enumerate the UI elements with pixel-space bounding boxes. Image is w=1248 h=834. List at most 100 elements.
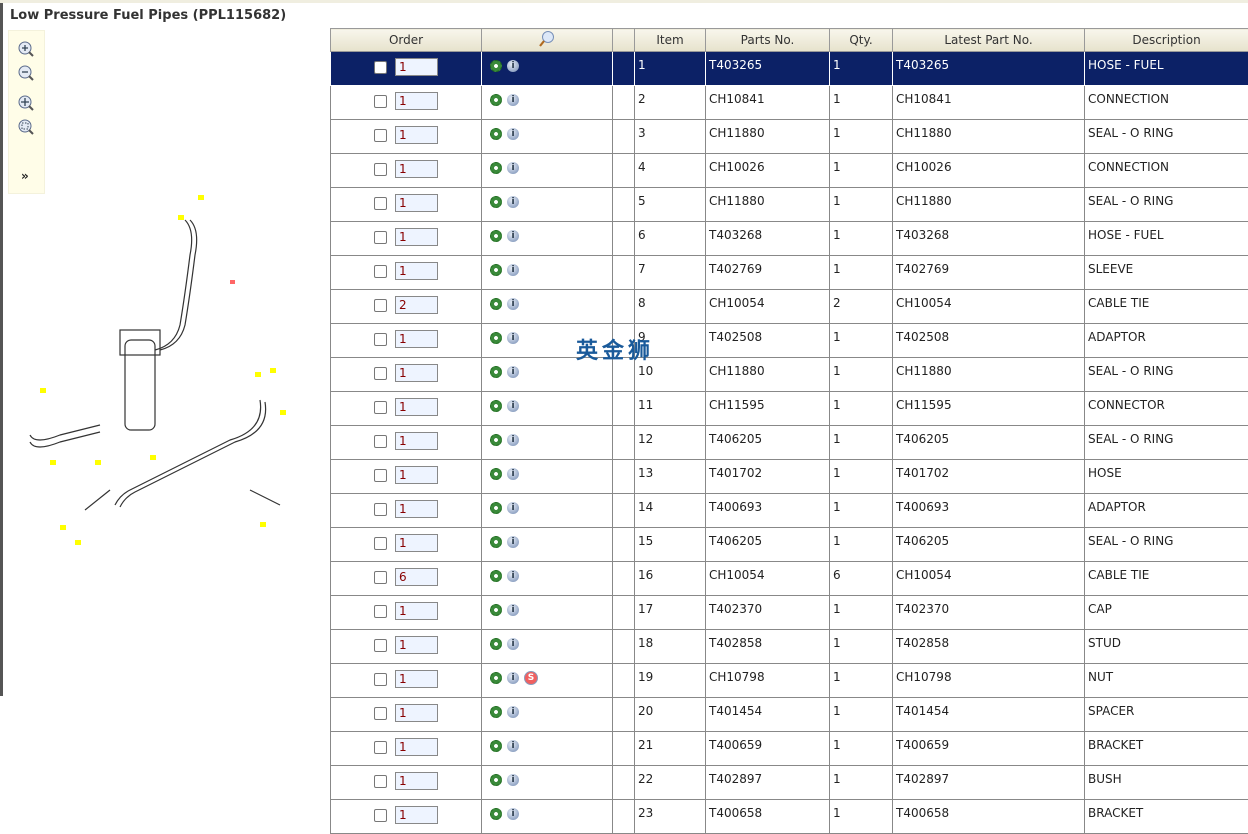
info-icon[interactable]: i — [507, 162, 519, 174]
select-checkbox[interactable] — [374, 639, 387, 652]
table-row[interactable]: 1 i 12 T406205 1 T406205 SEAL - O RING — [331, 426, 1248, 460]
table-row[interactable]: 1 i 22 T402897 1 T402897 BUSH — [331, 766, 1248, 800]
info-icon[interactable]: i — [507, 264, 519, 276]
fit-window-icon[interactable] — [18, 119, 34, 135]
info-icon[interactable]: i — [507, 366, 519, 378]
table-row[interactable]: 1 i 1 T403265 1 T403265 HOSE - FUEL — [331, 52, 1248, 86]
gear-icon[interactable] — [490, 604, 502, 616]
order-qty-input[interactable]: 1 — [395, 58, 438, 76]
gear-icon[interactable] — [490, 128, 502, 140]
order-qty-input[interactable]: 1 — [395, 92, 438, 110]
info-icon[interactable]: i — [507, 502, 519, 514]
order-qty-input[interactable]: 1 — [395, 602, 438, 620]
zoom-out-icon[interactable] — [18, 65, 34, 81]
order-qty-input[interactable]: 1 — [395, 500, 438, 518]
table-row[interactable]: 1 i 17 T402370 1 T402370 CAP — [331, 596, 1248, 630]
info-icon[interactable]: i — [507, 570, 519, 582]
description-header[interactable]: Description — [1085, 29, 1248, 52]
gear-icon[interactable] — [490, 740, 502, 752]
gear-icon[interactable] — [490, 264, 502, 276]
select-checkbox[interactable] — [374, 537, 387, 550]
select-checkbox[interactable] — [374, 61, 387, 74]
select-checkbox[interactable] — [374, 163, 387, 176]
qty-header[interactable]: Qty. — [830, 29, 893, 52]
gear-icon[interactable] — [490, 706, 502, 718]
info-icon[interactable]: i — [507, 638, 519, 650]
select-checkbox[interactable] — [374, 435, 387, 448]
gear-icon[interactable] — [490, 298, 502, 310]
table-row[interactable]: 1 i 6 T403268 1 T403268 HOSE - FUEL — [331, 222, 1248, 256]
expand-toolbar-button[interactable]: » — [21, 169, 29, 183]
select-checkbox[interactable] — [374, 673, 387, 686]
item-header[interactable]: Item — [635, 29, 706, 52]
select-checkbox[interactable] — [374, 95, 387, 108]
info-icon[interactable]: i — [507, 740, 519, 752]
table-row[interactable]: 1 iS 19 CH10798 1 CH10798 NUT — [331, 664, 1248, 698]
order-header[interactable]: Order — [331, 29, 482, 52]
select-checkbox[interactable] — [374, 129, 387, 142]
parts-diagram[interactable] — [20, 190, 320, 560]
gear-icon[interactable] — [490, 536, 502, 548]
table-row[interactable]: 1 i 14 T400693 1 T400693 ADAPTOR — [331, 494, 1248, 528]
select-checkbox[interactable] — [374, 571, 387, 584]
order-qty-input[interactable]: 6 — [395, 568, 438, 586]
order-qty-input[interactable]: 1 — [395, 704, 438, 722]
info-icon[interactable]: i — [507, 94, 519, 106]
info-icon[interactable]: i — [507, 400, 519, 412]
gear-icon[interactable] — [490, 94, 502, 106]
table-row[interactable]: 1 i 15 T406205 1 T406205 SEAL - O RING — [331, 528, 1248, 562]
gear-icon[interactable] — [490, 468, 502, 480]
zoom-in-icon[interactable] — [18, 41, 34, 57]
select-checkbox[interactable] — [374, 197, 387, 210]
order-qty-input[interactable]: 1 — [395, 160, 438, 178]
info-icon[interactable]: i — [507, 706, 519, 718]
order-qty-input[interactable]: 1 — [395, 330, 438, 348]
select-checkbox[interactable] — [374, 265, 387, 278]
gear-icon[interactable] — [490, 434, 502, 446]
order-qty-input[interactable]: 1 — [395, 432, 438, 450]
info-icon[interactable]: i — [507, 196, 519, 208]
table-row[interactable]: 2 i 8 CH10054 2 CH10054 CABLE TIE — [331, 290, 1248, 324]
info-icon[interactable]: i — [507, 128, 519, 140]
info-icon[interactable]: i — [507, 332, 519, 344]
info-icon[interactable]: i — [507, 604, 519, 616]
gear-icon[interactable] — [490, 230, 502, 242]
latest-part-header[interactable]: Latest Part No. — [893, 29, 1085, 52]
info-icon[interactable]: i — [507, 468, 519, 480]
info-icon[interactable]: i — [507, 536, 519, 548]
info-icon[interactable]: i — [507, 298, 519, 310]
order-qty-input[interactable]: 1 — [395, 806, 438, 824]
info-icon[interactable]: i — [507, 60, 519, 72]
select-checkbox[interactable] — [374, 401, 387, 414]
search-header[interactable] — [482, 29, 613, 52]
gear-icon[interactable] — [490, 332, 502, 344]
table-row[interactable]: 1 i 5 CH11880 1 CH11880 SEAL - O RING — [331, 188, 1248, 222]
info-icon[interactable]: i — [507, 672, 519, 684]
select-checkbox[interactable] — [374, 809, 387, 822]
table-row[interactable]: 1 i 7 T402769 1 T402769 SLEEVE — [331, 256, 1248, 290]
gear-icon[interactable] — [490, 162, 502, 174]
order-qty-input[interactable]: 1 — [395, 126, 438, 144]
order-qty-input[interactable]: 1 — [395, 364, 438, 382]
select-checkbox[interactable] — [374, 299, 387, 312]
select-checkbox[interactable] — [374, 605, 387, 618]
table-row[interactable]: 1 i 2 CH10841 1 CH10841 CONNECTION — [331, 86, 1248, 120]
order-qty-input[interactable]: 1 — [395, 534, 438, 552]
table-row[interactable]: 1 i 13 T401702 1 T401702 HOSE — [331, 460, 1248, 494]
gear-icon[interactable] — [490, 638, 502, 650]
gear-icon[interactable] — [490, 672, 502, 684]
info-icon[interactable]: i — [507, 808, 519, 820]
table-row[interactable]: 1 i 23 T400658 1 T400658 BRACKET — [331, 800, 1248, 834]
gear-icon[interactable] — [490, 808, 502, 820]
order-qty-input[interactable]: 1 — [395, 194, 438, 212]
order-qty-input[interactable]: 1 — [395, 738, 438, 756]
info-icon[interactable]: i — [507, 774, 519, 786]
info-icon[interactable]: i — [507, 230, 519, 242]
table-row[interactable]: 1 i 18 T402858 1 T402858 STUD — [331, 630, 1248, 664]
select-checkbox[interactable] — [374, 367, 387, 380]
gear-icon[interactable] — [490, 366, 502, 378]
table-row[interactable]: 1 i 9 T402508 1 T402508 ADAPTOR — [331, 324, 1248, 358]
table-row[interactable]: 1 i 4 CH10026 1 CH10026 CONNECTION — [331, 154, 1248, 188]
order-qty-input[interactable]: 1 — [395, 670, 438, 688]
select-checkbox[interactable] — [374, 333, 387, 346]
